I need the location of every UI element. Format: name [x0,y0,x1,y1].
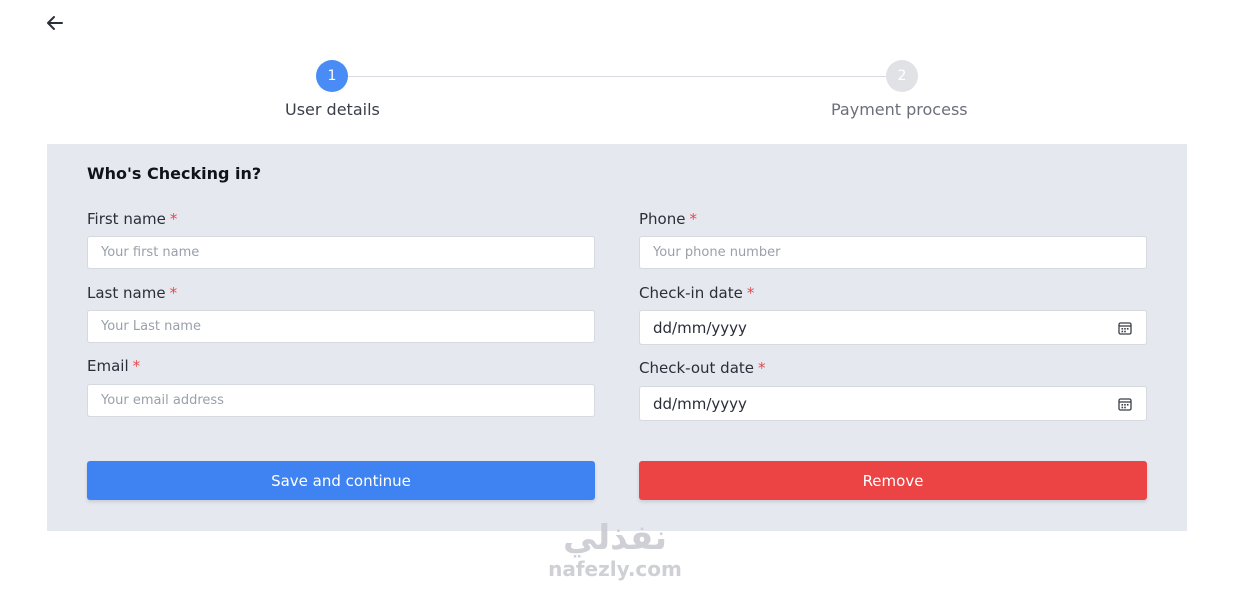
phone-label: Phone * [639,210,697,228]
phone-input[interactable]: Your phone number [639,236,1147,269]
watermark-latin: nafezly.com [548,557,682,581]
phone-placeholder: Your phone number [653,245,781,260]
check-in-date-input[interactable]: dd/mm/yyyy [639,310,1147,345]
form-title: Who's Checking in? [87,164,262,183]
step-2-label: Payment process [831,100,968,119]
check-out-date-input[interactable]: dd/mm/yyyy [639,386,1147,421]
required-mark: * [758,359,766,377]
progress-stepper: 1 2 User details Payment process [0,0,1234,140]
step-1-indicator: 1 [316,60,348,92]
watermark-arabic: نفذلي [562,518,668,558]
step-2-indicator: 2 [886,60,918,92]
email-input[interactable]: Your email address [87,384,595,417]
required-mark: * [169,210,178,228]
watermark: نفذلي nafezly.com [540,518,690,580]
required-mark: * [689,210,697,228]
check-out-label: Check-out date * [639,359,766,377]
check-in-label: Check-in date * [639,284,755,302]
check-in-date-value: dd/mm/yyyy [653,318,747,337]
required-mark: * [132,357,141,375]
checkin-form-panel: Who's Checking in? First name * Your firs… [47,144,1187,531]
required-mark: * [746,284,755,302]
last-name-label: Last name * [87,284,178,302]
last-name-placeholder: Your Last name [101,319,201,334]
email-label: Email * [87,357,141,375]
first-name-input[interactable]: Your first name [87,236,595,269]
save-and-continue-button[interactable]: Save and continue [87,461,595,500]
check-out-date-value: dd/mm/yyyy [653,394,747,413]
required-mark: * [169,284,178,302]
step-1-label: User details [285,100,380,119]
calendar-icon[interactable] [1117,396,1133,412]
calendar-icon[interactable] [1117,320,1133,336]
email-placeholder: Your email address [101,393,224,408]
first-name-label: First name * [87,210,178,228]
remove-button[interactable]: Remove [639,461,1147,500]
first-name-placeholder: Your first name [101,245,200,260]
last-name-input[interactable]: Your Last name [87,310,595,343]
stepper-connector-line [348,76,886,77]
